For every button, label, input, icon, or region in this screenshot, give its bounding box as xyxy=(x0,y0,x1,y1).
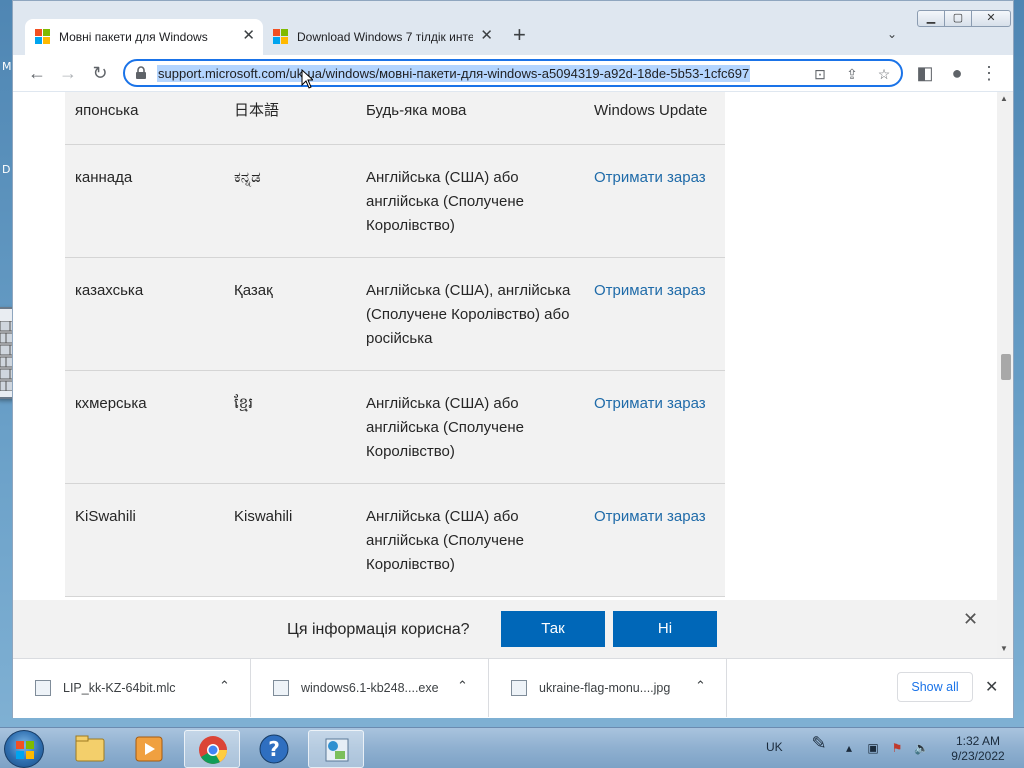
action-center-flag-icon[interactable]: ⚑ xyxy=(890,741,904,755)
image-file-icon xyxy=(511,680,527,696)
setup-icon[interactable] xyxy=(308,730,364,768)
start-button[interactable] xyxy=(4,730,44,768)
tab-language-packs[interactable]: Мовні пакети для Windows ✕ xyxy=(25,19,263,55)
close-icon[interactable]: ✕ xyxy=(985,677,998,697)
url-text[interactable]: support.microsoft.com/uk-ua/windows/мовн… xyxy=(157,65,751,82)
required-language: Англійська (США), англійська (Сполучене … xyxy=(356,257,584,371)
language-packs-table: японська 日本語 Будь-яка мова Windows Updat… xyxy=(65,92,725,597)
close-icon[interactable]: ✕ xyxy=(963,609,978,630)
address-bar[interactable]: support.microsoft.com/uk-ua/windows/мовн… xyxy=(123,59,903,87)
get-now-link[interactable]: Отримати зараз xyxy=(594,395,706,412)
volume-icon[interactable]: 🔈 xyxy=(914,741,929,755)
table-row: казахська Қазақ Англійська (США), англій… xyxy=(65,257,725,371)
explorer-icon[interactable] xyxy=(62,730,118,768)
feedback-yes-button[interactable]: Так xyxy=(501,611,605,647)
download-filename: windows6.1-kb248....exe xyxy=(301,681,439,695)
table-row: KiSwahili Kiswahili Англійська (США) або… xyxy=(65,483,725,597)
language-name: KiSwahili xyxy=(65,483,224,597)
language-name: кхмерська xyxy=(65,370,224,484)
required-language: Англійська (США) або англійська (Сполуче… xyxy=(356,144,584,258)
browser-window: ▁ ▢ ✕ Мовні пакети для Windows ✕ Downloa… xyxy=(12,0,1014,718)
tab-title: Download Windows 7 тілдік инте xyxy=(297,30,473,44)
get-now-link[interactable]: Отримати зараз xyxy=(594,508,706,525)
chevron-up-icon[interactable]: ⌃ xyxy=(219,678,230,694)
native-name: Қазақ xyxy=(224,257,356,371)
close-tab-icon[interactable]: ✕ xyxy=(242,28,255,44)
download-filename: ukraine-flag-monu....jpg xyxy=(539,681,671,695)
new-tab-button[interactable]: + xyxy=(513,23,526,47)
reload-icon[interactable]: ↻ xyxy=(88,61,112,85)
tab-strip: Мовні пакети для Windows ✕ Download Wind… xyxy=(13,1,1013,55)
download-item[interactable]: ukraine-flag-monu....jpg ⌃ xyxy=(489,659,727,717)
show-all-downloads-button[interactable]: Show all xyxy=(897,672,973,702)
help-icon[interactable]: ? xyxy=(246,730,302,768)
scroll-up-icon[interactable]: ▲ xyxy=(1000,94,1008,103)
download-shelf: LIP_kk-KZ-64bit.mlc ⌃ windows6.1-kb248..… xyxy=(13,658,1013,718)
native-name: Kiswahili xyxy=(224,483,356,597)
chrome-icon[interactable] xyxy=(184,730,240,768)
language-name: казахська xyxy=(65,257,224,371)
feedback-question: Ця інформація корисна? xyxy=(287,621,470,638)
native-name: ಕನ್ನಡ xyxy=(224,144,356,258)
tab-search-chevron-icon[interactable]: ⌄ xyxy=(887,27,897,41)
download-item[interactable]: LIP_kk-KZ-64bit.mlc ⌃ xyxy=(13,659,251,717)
download-item[interactable]: windows6.1-kb248....exe ⌃ xyxy=(251,659,489,717)
microsoft-logo-icon xyxy=(35,29,51,45)
page-content: японська 日本語 Будь-яка мова Windows Updat… xyxy=(13,92,997,658)
required-language: Англійська (США) або англійська (Сполуче… xyxy=(356,370,584,484)
side-panel-icon[interactable]: ◧ xyxy=(913,61,937,85)
pen-input-icon[interactable]: ✎ xyxy=(806,734,832,762)
taskbar: ? UK ✎ ▴ ▣ ⚑ 🔈 1:32 AM 9/23/2022 xyxy=(0,727,1024,768)
language-name: японська xyxy=(65,92,224,145)
download-filename: LIP_kk-KZ-64bit.mlc xyxy=(63,681,176,695)
input-language-indicator[interactable]: UK xyxy=(766,740,783,754)
setup-file-icon xyxy=(35,680,51,696)
windows-logo-icon xyxy=(16,741,34,759)
menu-kebab-icon[interactable]: ⋮ xyxy=(977,61,1001,85)
table-row: японська 日本語 Будь-яка мова Windows Updat… xyxy=(65,92,725,145)
required-language: Англійська (США) або англійська (Сполуче… xyxy=(356,483,584,597)
table-row: каннада ಕನ್ನಡ Англійська (США) або англі… xyxy=(65,144,725,258)
network-icon[interactable]: ▣ xyxy=(866,741,880,755)
browser-toolbar: ← → ↻ support.microsoft.com/uk-ua/window… xyxy=(13,55,1013,91)
translate-icon[interactable]: ⊡ xyxy=(811,65,829,83)
chevron-up-icon[interactable]: ⌃ xyxy=(457,678,468,694)
mouse-cursor-icon xyxy=(301,69,313,89)
tab-title: Мовні пакети для Windows xyxy=(59,30,208,44)
native-name: ខ្មែរ xyxy=(224,370,356,484)
clock-time: 1:32 AM xyxy=(955,734,1001,748)
page-scrollbar[interactable]: ▲ ▼ xyxy=(997,92,1013,658)
get-now-link[interactable]: Отримати зараз xyxy=(594,282,706,299)
scrollbar-thumb[interactable] xyxy=(1001,354,1011,380)
profile-avatar-icon[interactable]: ● xyxy=(945,61,969,85)
back-arrow-icon[interactable]: ← xyxy=(25,61,49,85)
desktop-icon-label: D xyxy=(2,163,11,176)
feedback-bar: Ця інформація корисна? Так Ні ✕ xyxy=(13,600,997,658)
bookmark-star-icon[interactable]: ☆ xyxy=(875,65,893,83)
svg-text:?: ? xyxy=(268,737,280,761)
media-player-icon[interactable] xyxy=(122,730,178,768)
forward-arrow-icon[interactable]: → xyxy=(56,61,80,85)
lock-icon[interactable] xyxy=(134,66,148,80)
scroll-down-icon[interactable]: ▼ xyxy=(1000,644,1008,653)
microsoft-logo-icon xyxy=(273,29,289,45)
table-row: кхмерська ខ្មែរ Англійська (США) або анг… xyxy=(65,370,725,484)
clock-date: 9/23/2022 xyxy=(951,749,1005,763)
native-name: 日本語 xyxy=(224,92,356,145)
feedback-no-button[interactable]: Ні xyxy=(613,611,717,647)
chevron-up-icon[interactable]: ⌃ xyxy=(695,678,706,694)
close-tab-icon[interactable]: ✕ xyxy=(480,28,493,44)
tab-download-windows7[interactable]: Download Windows 7 тілдік инте ✕ xyxy=(263,19,501,55)
share-icon[interactable]: ⇪ xyxy=(843,65,861,83)
show-hidden-icons-icon[interactable]: ▴ xyxy=(842,741,856,755)
get-method: Windows Update xyxy=(584,92,725,145)
get-now-link[interactable]: Отримати зараз xyxy=(594,169,706,186)
system-clock[interactable]: 1:32 AM 9/23/2022 xyxy=(938,734,1018,764)
exe-file-icon xyxy=(273,680,289,696)
required-language: Будь-яка мова xyxy=(356,92,584,145)
language-name: каннада xyxy=(65,144,224,258)
desktop-icon-label: M xyxy=(2,60,12,73)
